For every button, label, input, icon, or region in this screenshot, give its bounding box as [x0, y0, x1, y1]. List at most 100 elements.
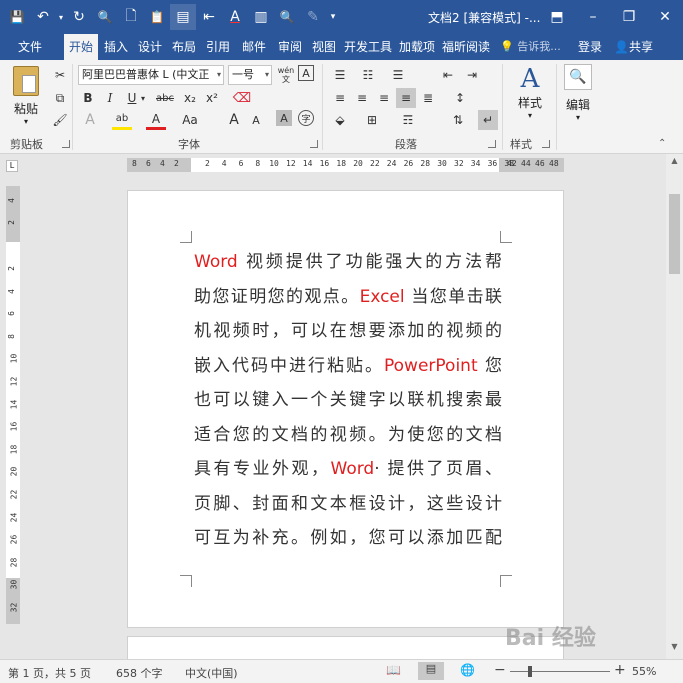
print-preview-icon[interactable]: 🔍	[92, 4, 118, 30]
edit-icon[interactable]: ✎	[300, 4, 326, 30]
tab-stop-selector[interactable]: L	[6, 160, 18, 172]
zoom-in-button[interactable]: +	[614, 662, 626, 678]
justify-icon[interactable]: ≡	[396, 88, 416, 108]
font-size-combobox[interactable]: 一号 ▾	[228, 65, 272, 85]
styles-launcher-icon[interactable]	[542, 140, 550, 148]
borders-icon[interactable]: ⊞	[362, 110, 382, 130]
scroll-thumb[interactable]	[669, 194, 680, 274]
character-border-icon[interactable]: A	[298, 65, 314, 81]
format-painter-icon[interactable]: 🖌	[50, 110, 70, 130]
clipboard-launcher-icon[interactable]	[62, 140, 70, 148]
customize-qat-icon[interactable]: ▾	[326, 4, 340, 30]
chinese-layout-icon[interactable]: ☶	[398, 110, 418, 130]
tab-developer[interactable]: 开发工具	[342, 34, 394, 60]
bold-button[interactable]: B	[78, 88, 98, 108]
cut-icon[interactable]: ✂	[50, 65, 70, 85]
zoom-out-button[interactable]: −	[494, 662, 506, 678]
tab-insert[interactable]: 插入	[100, 34, 132, 60]
align-center-icon[interactable]: ≡	[352, 88, 372, 108]
save-icon[interactable]: 💾	[4, 4, 30, 30]
redo-icon[interactable]: ↻	[66, 4, 92, 30]
read-mode-icon[interactable]: 📖	[386, 663, 401, 677]
find-icon[interactable]: 🔍	[274, 4, 300, 30]
view-icon[interactable]: ▤	[170, 4, 196, 30]
multilevel-list-icon[interactable]: ☰	[388, 65, 408, 85]
tell-me-box[interactable]: 💡 告诉我...	[500, 34, 561, 60]
tab-addins[interactable]: 加载项	[396, 34, 438, 60]
paste-button[interactable]: 粘贴 ▾	[8, 64, 44, 126]
highlight-color-button[interactable]: ab	[112, 110, 132, 130]
vertical-ruler[interactable]: 4 2 2 4 6 8 10 12 14 16 18 20 22 24 26 28 30 32	[6, 186, 20, 624]
word-count[interactable]: 658 个字	[116, 665, 163, 681]
paragraph-launcher-icon[interactable]	[488, 140, 496, 148]
line-spacing-icon[interactable]: ↕	[450, 88, 470, 108]
font-name-combobox[interactable]: 阿里巴巴普惠体 L (中文正 ▾	[78, 65, 224, 85]
document-page-2[interactable]	[127, 636, 564, 659]
tab-file[interactable]: 文件	[8, 34, 52, 60]
zoom-slider-thumb[interactable]	[528, 666, 532, 677]
character-shading-button[interactable]: A	[276, 110, 292, 126]
bullets-icon[interactable]: ☰	[330, 65, 350, 85]
compare-icon[interactable]: ▥	[248, 4, 274, 30]
print-layout-icon[interactable]: ▤	[418, 662, 444, 680]
tab-layout[interactable]: 布局	[168, 34, 200, 60]
tab-home[interactable]: 开始	[64, 34, 98, 61]
distributed-icon[interactable]: ≣	[418, 88, 438, 108]
underline-dropdown-icon[interactable]: ▾	[138, 88, 148, 108]
tab-review[interactable]: 审阅	[274, 34, 306, 60]
numbering-icon[interactable]: ☷	[358, 65, 378, 85]
grow-font-button[interactable]: A	[224, 110, 244, 130]
shading-icon[interactable]: ⬙	[330, 110, 350, 130]
decrease-indent-icon[interactable]: ⇤	[438, 65, 458, 85]
sort-icon[interactable]: ⇅	[448, 110, 468, 130]
enclose-characters-button[interactable]: 字	[298, 110, 314, 126]
copy-icon[interactable]: ⧉	[50, 88, 70, 108]
font-launcher-icon[interactable]	[310, 140, 318, 148]
vertical-scrollbar[interactable]: ▲ ▼	[666, 154, 683, 659]
page-count[interactable]: 第 1 页，共 5 页	[8, 665, 91, 681]
increase-indent-icon[interactable]: ⇥	[462, 65, 482, 85]
restore-button[interactable]: ❐	[611, 0, 647, 34]
tab-mailings[interactable]: 邮件	[238, 34, 270, 60]
change-case-button[interactable]: Aa	[180, 110, 200, 130]
zoom-slider[interactable]	[510, 671, 610, 672]
phonetic-guide-icon[interactable]: wén 文	[276, 65, 296, 85]
tab-foxit[interactable]: 福昕阅读	[440, 34, 492, 60]
superscript-button[interactable]: x²	[202, 88, 222, 108]
login-button[interactable]: 登录	[578, 34, 602, 60]
styles-button[interactable]: A 样式 ▾	[510, 64, 550, 130]
new-document-icon[interactable]: 🗋	[118, 4, 144, 30]
editing-button[interactable]: 🔍 编辑 ▾	[560, 64, 596, 130]
language-indicator[interactable]: 中文(中国)	[185, 665, 238, 681]
share-button[interactable]: 👤共享	[614, 34, 653, 60]
ribbon-display-options-icon[interactable]: ⬒	[539, 0, 575, 34]
close-button[interactable]: ✕	[647, 0, 683, 34]
align-left-icon[interactable]: ≡	[330, 88, 350, 108]
tab-view[interactable]: 视图	[308, 34, 340, 60]
collapse-ribbon-icon[interactable]: ⌃	[658, 138, 666, 149]
paste-icon[interactable]: 📋	[144, 4, 170, 30]
tab-references[interactable]: 引用	[202, 34, 234, 60]
minimize-button[interactable]: –	[575, 0, 611, 34]
align-right-icon[interactable]: ≡	[374, 88, 394, 108]
undo-icon[interactable]: ↶	[30, 4, 56, 30]
document-body[interactable]: Word 视频提供了功能强大的方法帮 助您证明您的观点。Excel 当您单击联 机视…	[194, 245, 502, 556]
zoom-level[interactable]: 55%	[632, 665, 656, 678]
text-effects-icon[interactable]: A	[80, 110, 100, 130]
clear-formatting-icon[interactable]: ⌫	[232, 88, 252, 108]
more-icon[interactable]: ▾	[56, 4, 66, 30]
scroll-up-icon[interactable]: ▲	[666, 156, 683, 170]
font-color-button[interactable]: A	[146, 110, 166, 130]
format-icon[interactable]: ⇤	[196, 4, 222, 30]
scroll-down-icon[interactable]: ▼	[666, 642, 683, 656]
font-color-icon[interactable]: A	[222, 4, 248, 30]
show-marks-icon[interactable]: ↵	[478, 110, 498, 130]
web-layout-icon[interactable]: 🌐	[460, 663, 475, 677]
horizontal-ruler[interactable]: 8 6 4 2 2 4 6 8 10 12 14 16 18 20 22 24 26 28 30 32 34 36 38 42…	[127, 158, 564, 172]
shrink-font-button[interactable]: A	[246, 110, 266, 130]
document-page[interactable]: Word 视频提供了功能强大的方法帮 助您证明您的观点。Excel 当您单击联 机视…	[127, 190, 564, 628]
strikethrough-button[interactable]: abc	[152, 88, 178, 108]
subscript-button[interactable]: x₂	[180, 88, 200, 108]
tab-design[interactable]: 设计	[134, 34, 166, 60]
italic-button[interactable]: I	[100, 88, 120, 108]
